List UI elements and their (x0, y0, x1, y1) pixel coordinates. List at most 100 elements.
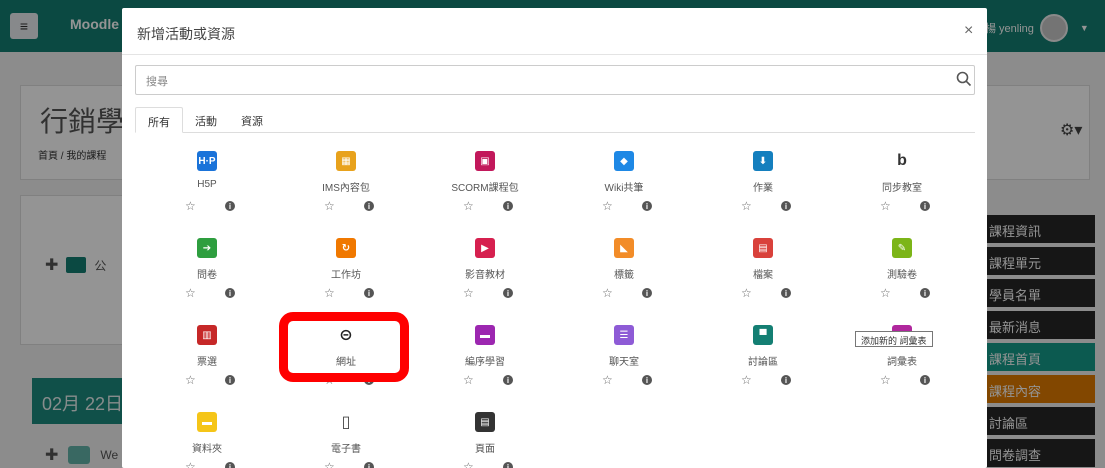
star-icon[interactable]: ☆ (324, 199, 335, 213)
star-icon[interactable]: ☆ (185, 286, 196, 300)
workshop-icon: ↻ (336, 238, 356, 258)
tile-actions: ☆ i (185, 460, 235, 468)
star-icon[interactable]: ☆ (185, 460, 196, 468)
activity-tile[interactable]: ⬇ 作業 ☆ i (698, 143, 828, 225)
star-icon[interactable]: ☆ (880, 373, 891, 387)
label-icon: ◣ (614, 238, 634, 258)
tile-actions: ☆ i (463, 460, 513, 468)
tile-actions: ☆ i (880, 373, 930, 387)
activity-tile[interactable]: ▯ 電子書 ☆ i (281, 404, 411, 468)
tile-actions: ☆ i (602, 199, 652, 213)
star-icon[interactable]: ☆ (185, 373, 196, 387)
activity-tile-label: H5P (197, 179, 217, 190)
star-icon[interactable]: ☆ (602, 373, 613, 387)
activity-tile[interactable]: ▥ 票選 ☆ i (142, 317, 272, 399)
scorm-icon: ▣ (475, 151, 495, 171)
activity-tile[interactable]: ▤ 檔案 ☆ i (698, 230, 828, 312)
modal-header: 新增活動或資源 × (122, 8, 987, 55)
tile-actions: ☆ i (324, 460, 374, 468)
info-icon[interactable]: i (225, 375, 235, 385)
info-icon[interactable]: i (642, 288, 652, 298)
chat-icon: ☰ (614, 325, 634, 345)
tab-all[interactable]: 所有 (135, 107, 183, 133)
info-icon[interactable]: i (364, 201, 374, 211)
bigbluebutton-icon: b (897, 152, 907, 169)
star-icon[interactable]: ☆ (602, 286, 613, 300)
activity-tile[interactable]: ▬ 資料夾 ☆ i (142, 404, 272, 468)
activity-tile[interactable]: ☰ 聊天室 ☆ i (559, 317, 689, 399)
close-icon[interactable]: × (964, 22, 973, 40)
search-input[interactable]: 搜尋 (135, 65, 975, 95)
activity-tile[interactable]: ▤ 頁面 ☆ i (420, 404, 550, 468)
star-icon[interactable]: ☆ (880, 199, 891, 213)
activity-tile-label: 編序學習 (465, 357, 505, 368)
star-icon[interactable]: ☆ (463, 460, 474, 468)
activity-tile[interactable]: ◆ Wiki共筆 ☆ i (559, 143, 689, 225)
info-icon[interactable]: i (781, 375, 791, 385)
file-icon: ▤ (753, 238, 773, 258)
activity-tile[interactable]: ▬ 編序學習 ☆ i (420, 317, 550, 399)
activity-tile-label: 工作坊 (331, 270, 361, 281)
info-icon[interactable]: i (225, 462, 235, 468)
activity-tile[interactable]: ◣ 標籤 ☆ i (559, 230, 689, 312)
info-icon[interactable]: i (364, 288, 374, 298)
activity-tile[interactable]: ▣ SCORM課程包 ☆ i (420, 143, 550, 225)
url-tile-highlight (279, 312, 409, 382)
info-icon[interactable]: i (503, 288, 513, 298)
info-icon[interactable]: i (642, 375, 652, 385)
activity-tile[interactable]: ▤詞彙表☆i (837, 317, 967, 399)
tile-actions: ☆ i (324, 286, 374, 300)
choice-icon: ▥ (197, 325, 217, 345)
activity-tile-label: 電子書 (331, 444, 361, 455)
star-icon[interactable]: ☆ (741, 373, 752, 387)
activity-tile-label: IMS內容包 (322, 183, 370, 194)
star-icon[interactable]: ☆ (324, 460, 335, 468)
info-icon[interactable]: i (225, 288, 235, 298)
activity-tile[interactable]: ▦ IMS內容包 ☆ i (281, 143, 411, 225)
activity-tile[interactable]: ✎ 測驗卷 ☆ i (837, 230, 967, 312)
activity-tile[interactable]: ↻ 工作坊 ☆ i (281, 230, 411, 312)
activity-tile[interactable]: b 同步教室 ☆ i (837, 143, 967, 225)
activity-tile[interactable]: ▶ 影音教材 ☆ i (420, 230, 550, 312)
activity-tile[interactable]: H·P H5P ☆ i (142, 143, 272, 225)
info-icon[interactable]: i (225, 201, 235, 211)
info-icon[interactable]: i (364, 462, 374, 468)
tile-actions: ☆ i (741, 286, 791, 300)
info-icon[interactable]: i (920, 288, 930, 298)
star-icon[interactable]: ☆ (185, 199, 196, 213)
info-icon[interactable]: i (920, 201, 930, 211)
info-icon[interactable]: i (642, 201, 652, 211)
info-icon[interactable]: i (503, 462, 513, 468)
info-icon[interactable]: i (781, 201, 791, 211)
activity-tile-label: 檔案 (753, 270, 773, 281)
info-icon[interactable]: i (920, 375, 930, 385)
info-icon[interactable]: i (781, 288, 791, 298)
activity-tile[interactable]: ➔ 問卷 ☆ i (142, 230, 272, 312)
ims-package-icon: ▦ (336, 151, 356, 171)
tab-activities[interactable]: 活動 (183, 107, 229, 132)
tile-actions: ☆ i (185, 199, 235, 213)
activity-tile-label: 測驗卷 (887, 270, 917, 281)
star-icon[interactable]: ☆ (880, 286, 891, 300)
info-icon[interactable]: i (503, 201, 513, 211)
book-icon: ▯ (341, 414, 351, 431)
star-icon[interactable]: ☆ (324, 286, 335, 300)
activity-tile-label: 票選 (197, 357, 217, 368)
activity-tile-label: 頁面 (475, 444, 495, 455)
activity-tile-label: 聊天室 (609, 357, 639, 368)
tab-resources[interactable]: 資源 (229, 107, 275, 132)
star-icon[interactable]: ☆ (602, 199, 613, 213)
info-icon[interactable]: i (503, 375, 513, 385)
tile-actions: ☆ i (463, 286, 513, 300)
star-icon[interactable]: ☆ (463, 286, 474, 300)
star-icon[interactable]: ☆ (463, 199, 474, 213)
star-icon[interactable]: ☆ (463, 373, 474, 387)
tile-actions: ☆ i (185, 373, 235, 387)
tile-actions: ☆ i (602, 373, 652, 387)
modal-title: 新增活動或資源 (137, 26, 235, 42)
star-icon[interactable]: ☆ (741, 286, 752, 300)
star-icon[interactable]: ☆ (741, 199, 752, 213)
activity-tile-label: 資料夾 (192, 444, 222, 455)
search-icon[interactable] (956, 71, 972, 87)
activity-tile[interactable]: ▀ 討論區 ☆ i (698, 317, 828, 399)
